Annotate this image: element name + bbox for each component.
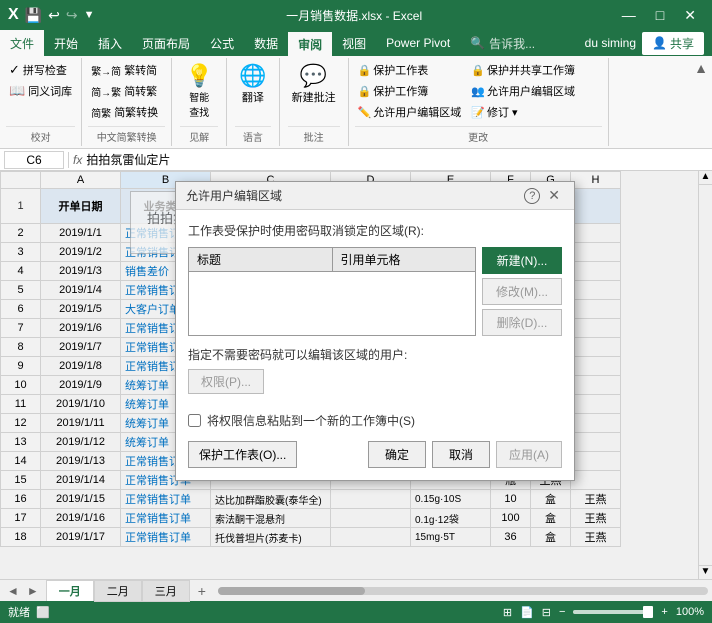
formula-separator <box>68 152 69 168</box>
zoom-level: 100% <box>676 606 704 618</box>
ribbon-group-label-insights: 见解 <box>180 126 218 144</box>
tab-file[interactable]: 文件 <box>0 30 44 56</box>
ribbon-group-label-language: 语言 <box>235 126 270 144</box>
ribbon-group-chinese: 繁→简繁转简 简→繁简转繁 简繁简繁转换 中文简繁转换 <box>82 58 172 146</box>
allow-user-edit-button[interactable]: 👥允许用户编辑区域 <box>468 81 578 101</box>
ranges-table: 标题 引用单元格 <box>188 247 476 336</box>
record-macro-icon[interactable]: ⬜ <box>36 606 50 619</box>
protect-workbook-button[interactable]: 🔒保护工作簿 <box>355 81 465 101</box>
table-col-title: 标题 <box>189 248 333 271</box>
ribbon-group-language: 🌐 翻译 语言 <box>227 58 279 146</box>
zoom-in-icon[interactable]: + <box>661 606 667 618</box>
simplified-traditional-button[interactable]: 简→繁简转繁 <box>88 81 165 101</box>
tab-home[interactable]: 开始 <box>44 30 88 56</box>
user-name: du siming <box>585 36 636 50</box>
protect-sheet-dialog-button[interactable]: 保护工作表(O)... <box>188 441 297 468</box>
ribbon-group-label-comments: 批注 <box>288 126 340 144</box>
tab-formula[interactable]: 公式 <box>200 30 244 56</box>
ribbon-group-label-proofing: 校对 <box>6 126 75 144</box>
tab-data[interactable]: 数据 <box>244 30 288 56</box>
allow-edit-ranges-button[interactable]: ✏️允许用户编辑区域 <box>355 102 465 122</box>
allow-edit-dialog: 允许用户编辑区域 ? ✕ 工作表受保护时使用密码取消锁定的区域(R): 标题 引… <box>175 181 575 481</box>
dialog-help-button[interactable]: ? <box>524 188 540 204</box>
title-bar-text: 一月销售数据.xlsx - Excel <box>286 7 422 24</box>
ribbon-group-proofing: ✓拼写检查 📖同义词库 校对 <box>0 58 82 146</box>
dialog-description: 工作表受保护时使用密码取消锁定的区域(R): <box>188 222 562 239</box>
dialog-titlebar: 允许用户编辑区域 ? ✕ <box>176 182 574 210</box>
share-button[interactable]: 👤共享 <box>642 32 704 55</box>
status-ready: 就绪 ⬜ <box>8 604 50 620</box>
smart-lookup-button[interactable]: 💡 智能查找 <box>181 60 216 122</box>
view-normal-icon[interactable]: ⊞ <box>503 606 512 619</box>
dialog-title-text: 允许用户编辑区域 <box>186 187 282 204</box>
ribbon-collapse-button[interactable]: ▲ <box>690 58 712 78</box>
view-page-break-icon[interactable]: ⊟ <box>542 606 551 619</box>
permissions-button[interactable]: 权限(P)... <box>188 369 264 394</box>
tab-page-layout[interactable]: 页面布局 <box>132 30 200 56</box>
translate-button[interactable]: 🌐 翻译 <box>235 60 270 108</box>
tab-power-pivot[interactable]: Power Pivot <box>376 30 460 56</box>
zoom-out-icon[interactable]: − <box>559 606 565 618</box>
save-icon[interactable]: 💾 <box>25 7 42 24</box>
formula-content: 拍拍氛雷仙定片 <box>86 151 708 168</box>
delete-range-button[interactable]: 删除(D)... <box>482 309 562 336</box>
traditional-simplified-button[interactable]: 繁→简繁转简 <box>88 60 165 80</box>
undo-icon[interactable]: ↩ <box>48 7 60 24</box>
modify-range-button[interactable]: 修改(M)... <box>482 278 562 305</box>
apply-button[interactable]: 应用(A) <box>496 441 562 468</box>
ribbon-group-label-changes: 更改 <box>355 126 602 144</box>
ok-button[interactable]: 确定 <box>368 441 426 468</box>
ribbon-group-insights: 💡 智能查找 见解 <box>172 58 227 146</box>
spell-check-button[interactable]: ✓拼写检查 <box>6 60 75 80</box>
table-col-ref: 引用单元格 <box>333 248 476 271</box>
tab-insert[interactable]: 插入 <box>88 30 132 56</box>
dialog-overlay: 拍拍氛雷仙定片 允许用户编辑区域 ? ✕ 工作表受保护时使用密码取消锁定的区域(… <box>0 171 712 601</box>
ribbon-group-comments: 💬 新建批注 批注 <box>280 58 349 146</box>
protect-sheet-button[interactable]: 🔒保护工作表 <box>355 60 465 80</box>
conversion-button[interactable]: 简繁简繁转换 <box>88 102 165 122</box>
new-comment-button[interactable]: 💬 新建批注 <box>288 60 340 108</box>
cancel-button[interactable]: 取消 <box>432 441 490 468</box>
maximize-button[interactable]: □ <box>648 5 672 25</box>
paste-permissions-label: 将权限信息粘贴到一个新的工作簿中(S) <box>207 412 415 429</box>
view-page-layout-icon[interactable]: 📄 <box>520 606 534 619</box>
paste-permissions-checkbox[interactable] <box>188 414 201 427</box>
tab-view[interactable]: 视图 <box>332 30 376 56</box>
minimize-button[interactable]: — <box>614 5 644 25</box>
cell-reference-box[interactable]: C6 <box>4 151 64 169</box>
thesaurus-button[interactable]: 📖同义词库 <box>6 81 75 101</box>
customize-icon[interactable]: ▼ <box>84 9 95 21</box>
protect-share-workbook-button[interactable]: 🔒保护并共享工作簿 <box>468 60 578 80</box>
tab-review[interactable]: 审阅 <box>288 30 332 56</box>
zoom-slider[interactable] <box>573 610 653 614</box>
excel-logo-icon: X <box>8 6 19 24</box>
track-changes-button[interactable]: 📝修订 ▾ <box>468 102 578 122</box>
permissions-label: 指定不需要密码就可以编辑该区域的用户: <box>188 346 562 363</box>
tell-me-input[interactable]: 🔍告诉我... <box>460 30 545 56</box>
formula-icon: fx <box>73 153 82 167</box>
dialog-close-button[interactable]: ✕ <box>544 187 564 204</box>
redo-icon[interactable]: ↪ <box>66 7 78 24</box>
new-range-button[interactable]: 新建(N)... <box>482 247 562 274</box>
ribbon-group-label-chinese: 中文简繁转换 <box>88 126 165 144</box>
ribbon-group-changes: 🔒保护工作表 🔒保护工作簿 ✏️允许用户编辑区域 🔒保护并共享工作簿 👥允许用户… <box>349 58 609 146</box>
close-button[interactable]: ✕ <box>676 5 704 26</box>
